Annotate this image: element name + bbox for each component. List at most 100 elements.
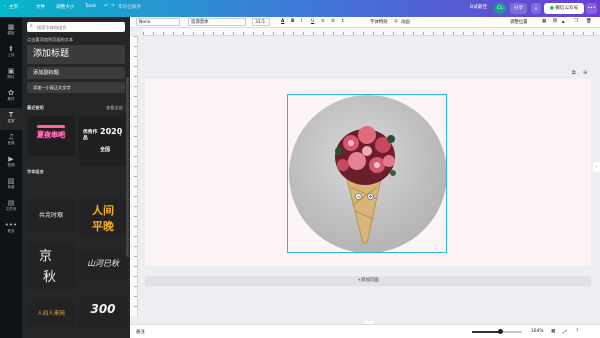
fullscreen-icon[interactable]: ⤢: [563, 329, 567, 335]
effects-button[interactable]: 字体特效: [370, 19, 388, 25]
trash-icon[interactable]: 🗑︎: [586, 19, 592, 24]
combo-template-6[interactable]: 300: [79, 297, 127, 327]
font-family-value: 思源黑体: [191, 20, 209, 25]
rail-item-text[interactable]: T 文字: [0, 108, 22, 130]
zoom-slider[interactable]: [472, 329, 522, 334]
horizontal-ruler: [143, 28, 600, 36]
grid-view-icon[interactable]: ▦: [551, 329, 555, 334]
top-bar: ‹ 主页 文件 调整大小 Tools ↶ ↷ 年份已保存 B试最佳 CL 分享 …: [0, 0, 600, 17]
animate-button[interactable]: 动画: [401, 19, 410, 25]
font-select[interactable]: None: [136, 18, 180, 26]
combo-1-text: 共克时艰: [38, 212, 63, 219]
text-panel: ⌕ 点击要添加到页面的文本 添加标题 添加副标题 添加一小段正文文字 最近使用 …: [22, 17, 130, 338]
combo-3-line2: 秋: [43, 270, 57, 285]
rail-item-folders[interactable]: ▤ 文件夹: [0, 196, 22, 218]
redo-icon[interactable]: ↷: [111, 4, 115, 9]
combo-template-4[interactable]: 山河已秋: [79, 250, 127, 280]
duplicate-icon[interactable]: ❐: [574, 19, 578, 24]
search-icon: ⌕: [30, 23, 33, 29]
animate-icon[interactable]: ◎: [394, 19, 398, 24]
add-title-button[interactable]: 添加标题: [27, 45, 125, 64]
publish-label: 微信公众号: [555, 6, 579, 11]
notes-button[interactable]: 备注: [136, 329, 145, 335]
zoom-slider-handle[interactable]: [498, 329, 503, 334]
font-size-input[interactable]: 31.5: [252, 18, 270, 26]
search-input[interactable]: [37, 23, 121, 31]
combo-2-line1: 人间: [92, 204, 114, 217]
combo-template-3[interactable]: 京 秋: [27, 242, 75, 290]
combo-3-line1: 京: [39, 249, 53, 264]
subscription-link[interactable]: B试最佳: [470, 4, 487, 10]
add-page-button[interactable]: +添加页面: [145, 276, 591, 286]
bottom-bar: 备注 164% ▦ ⤢ ?: [130, 324, 600, 338]
font-size-value: 31.5: [255, 20, 265, 25]
see-all-link[interactable]: 查看全部: [106, 105, 123, 111]
resize-menu[interactable]: 调整大小: [56, 4, 74, 10]
rail-item-photos[interactable]: ▣ 照片: [0, 64, 22, 86]
file-menu[interactable]: 文件: [36, 4, 45, 10]
publish-button[interactable]: ● 微信公众号: [544, 3, 584, 14]
combo-2-line2: 平晚: [92, 220, 114, 233]
rail-item-more[interactable]: ••• 更多: [0, 218, 22, 240]
rotate-handle-icon[interactable]: ⟲: [355, 193, 362, 200]
combo-5-text: 人间人来网: [37, 311, 65, 317]
save-status: 年份已保存: [118, 5, 141, 10]
bold-icon[interactable]: B: [291, 19, 294, 24]
list-icon[interactable]: ☰: [331, 19, 335, 24]
spacing-icon[interactable]: ↕: [341, 19, 345, 24]
underline-icon[interactable]: U: [311, 19, 314, 24]
tools-menu[interactable]: Tools: [85, 4, 96, 9]
search-box[interactable]: ⌕: [27, 22, 125, 32]
rail-item-audio[interactable]: ♫ 音频: [0, 130, 22, 152]
avatar[interactable]: CL: [494, 3, 506, 14]
download-icon[interactable]: ⤓: [531, 3, 541, 14]
rail-item-elements[interactable]: ✿ 素材: [0, 86, 22, 108]
align-icon[interactable]: ≡: [321, 19, 325, 24]
rail-item-uploads[interactable]: ⬆ 上传: [0, 42, 22, 64]
move-handle-icon[interactable]: ✥: [367, 193, 374, 200]
elements-icon: ✿: [8, 89, 14, 97]
combo-template-5[interactable]: 人间人来网: [27, 300, 75, 326]
combo-template-1[interactable]: 共克时艰: [27, 198, 75, 232]
rail-item-label: 文件夹: [5, 207, 17, 211]
rail-item-video[interactable]: ▶ 视频: [0, 152, 22, 174]
recent-template-2[interactable]: 优秀作品 2020 全国: [79, 116, 127, 166]
rail-item-templates[interactable]: ▦ 模板: [0, 20, 22, 42]
combo-template-2[interactable]: 人间 平晚: [79, 198, 127, 236]
zoom-level[interactable]: 164%: [531, 329, 544, 334]
home-link[interactable]: 主页: [9, 4, 18, 10]
recent-template-1[interactable]: 夏夜串吧: [27, 116, 75, 156]
transparency-icon[interactable]: ▦: [542, 19, 546, 24]
font-family-select[interactable]: 思源黑体: [188, 18, 246, 26]
scroll-right-icon[interactable]: ›: [593, 162, 600, 172]
combo-6-text: 300: [90, 302, 116, 316]
text-color-icon[interactable]: A: [281, 19, 284, 24]
add-body-button[interactable]: 添加一小段正文文字: [27, 82, 125, 93]
add-subtitle-button[interactable]: 添加副标题: [27, 67, 125, 79]
editor-toolbar: None 思源黑体 31.5 A B I U ≡ ☰ ↕ 字体特效 ◎ 动画 调…: [130, 17, 600, 28]
back-icon[interactable]: ‹: [4, 4, 6, 9]
font-select-value: None: [139, 20, 151, 25]
position-button[interactable]: 调整位置: [510, 19, 528, 25]
more-button[interactable]: •••: [586, 3, 597, 14]
link-icon[interactable]: ⛓: [552, 19, 558, 24]
background-icon: ▨: [7, 177, 15, 185]
italic-icon[interactable]: I: [301, 19, 302, 24]
rail-item-label: 音频: [7, 141, 15, 145]
selection-frame[interactable]: [287, 94, 447, 253]
rail-item-label: 背景: [7, 185, 15, 189]
lock-icon[interactable]: 🔒︎: [562, 19, 564, 25]
share-button[interactable]: 分享: [510, 3, 527, 14]
text-icon: T: [8, 111, 14, 119]
rail-item-background[interactable]: ▨ 背景: [0, 174, 22, 196]
page-duplicate-icon[interactable]: ⧉: [572, 70, 576, 76]
page-add-icon[interactable]: ⊕: [583, 70, 587, 76]
help-icon[interactable]: ?: [576, 329, 578, 334]
panel-scrollbar[interactable]: [126, 77, 129, 257]
template-icon: ▦: [7, 23, 15, 31]
recent-template-2-text: 优秀作品: [83, 130, 98, 141]
undo-icon[interactable]: ↶: [104, 4, 108, 9]
recent-template-2-sub: 全国: [100, 147, 111, 153]
chevron-right-icon[interactable]: ›: [119, 131, 122, 139]
vertical-ruler: [130, 36, 138, 316]
